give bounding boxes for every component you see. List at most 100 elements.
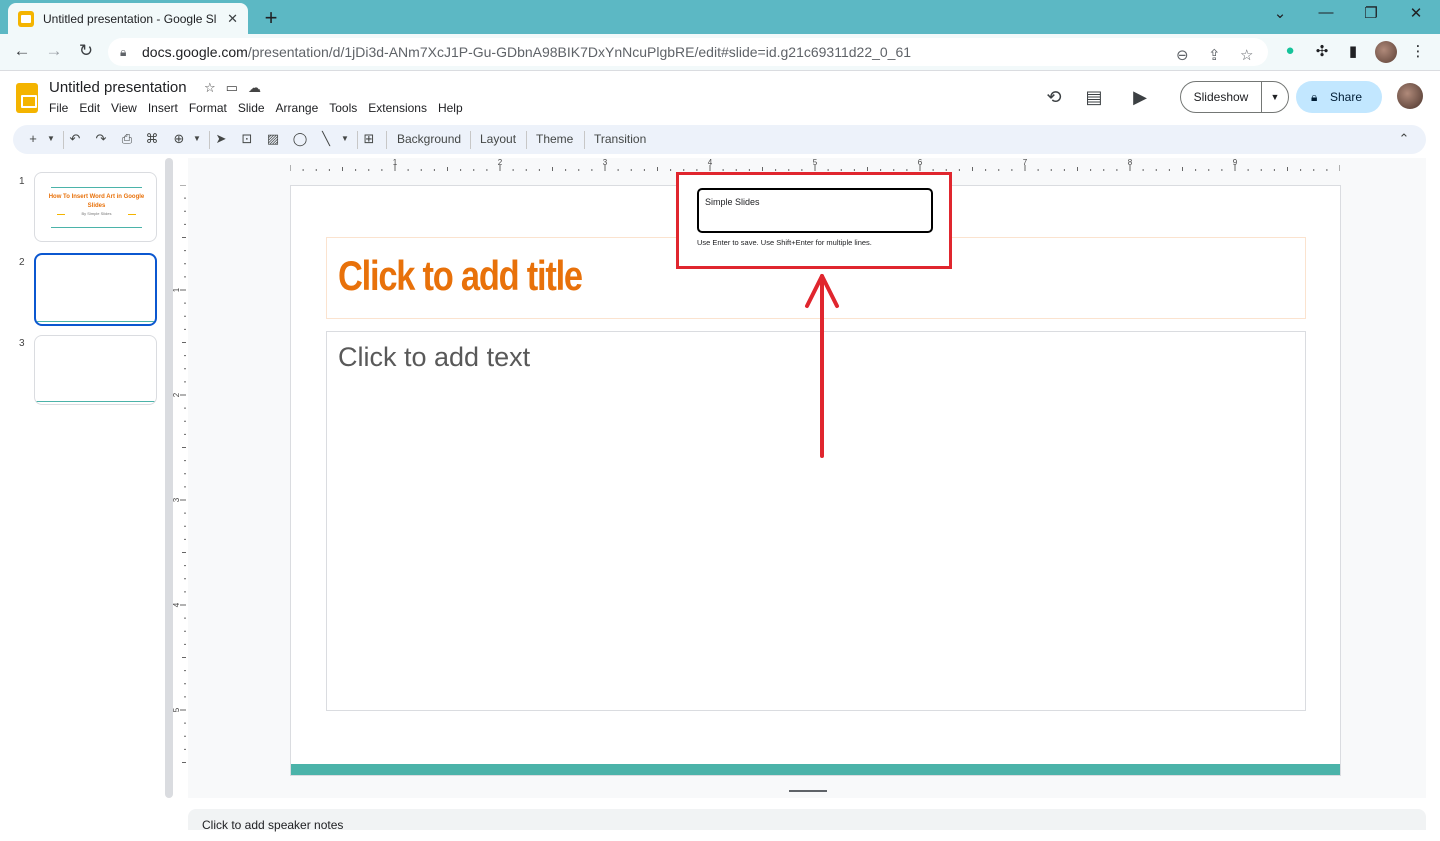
zoom-chevron-icon[interactable]: ▼ (189, 134, 205, 143)
cloud-saved-icon[interactable]: ☁ (248, 80, 261, 96)
chevron-down-icon[interactable]: ▼ (1262, 82, 1288, 112)
add-comment-icon[interactable]: ⊞ (361, 131, 377, 147)
zoom-icon[interactable]: ⊖ (1176, 42, 1189, 70)
menu-extensions[interactable]: Extensions (368, 101, 427, 115)
account-avatar[interactable] (1397, 83, 1423, 109)
line-icon[interactable]: ╲ (318, 131, 334, 147)
menu-bar: File Edit View Insert Format Slide Arran… (49, 101, 474, 115)
move-folder-icon[interactable]: ▭ (226, 80, 238, 96)
ruler-label: 6 (918, 158, 923, 167)
background-button[interactable]: Background (397, 132, 461, 146)
shape-icon[interactable]: ◯ (292, 131, 308, 147)
select-pointer-icon[interactable]: ➤ (213, 131, 229, 147)
browser-profile-avatar[interactable] (1375, 41, 1397, 63)
extensions-puzzle-icon[interactable]: ✣ (1312, 42, 1332, 62)
slide-number: 1 (19, 176, 25, 187)
ruler-label: 7 (1023, 158, 1028, 167)
menu-format[interactable]: Format (189, 101, 227, 115)
transition-button[interactable]: Transition (594, 132, 646, 146)
meet-video-icon[interactable]: ▶ (1128, 87, 1152, 108)
reload-icon[interactable]: ↻ (75, 41, 97, 61)
thumb-rule (128, 214, 136, 215)
ruler-label: 4 (708, 158, 713, 167)
slideshow-label[interactable]: Slideshow (1181, 82, 1262, 112)
new-slide-layout-chevron-icon[interactable]: ▼ (43, 134, 59, 143)
minimize-icon[interactable]: — (1316, 4, 1336, 21)
url-field[interactable]: 🔒︎ docs.google.com/presentation/d/1jDi3d… (108, 38, 1268, 66)
ruler-label: 3 (603, 158, 608, 167)
slides-logo-icon[interactable] (16, 83, 38, 113)
text-box-icon[interactable]: ⊡ (239, 131, 255, 147)
paint-format-icon[interactable]: ⌘ (144, 131, 160, 147)
menu-slide[interactable]: Slide (238, 101, 265, 115)
vertical-ruler: 1 2 3 4 5 (172, 185, 186, 763)
horizontal-ruler: 1 2 3 4 5 6 7 8 9 (290, 158, 1340, 171)
redo-icon[interactable]: ↷ (93, 131, 109, 147)
thumb-rule (51, 187, 142, 188)
ruler-label: 5 (172, 707, 181, 712)
new-slide-icon[interactable]: + (25, 131, 41, 146)
side-panel-icon[interactable]: ▮ (1343, 42, 1363, 62)
menu-file[interactable]: File (49, 101, 68, 115)
toolbar-divider (63, 131, 64, 149)
toolbar-divider (386, 131, 387, 149)
close-window-icon[interactable]: ✕ (1406, 4, 1426, 22)
menu-arrange[interactable]: Arrange (276, 101, 319, 115)
menu-help[interactable]: Help (438, 101, 463, 115)
slide-number: 2 (19, 257, 25, 268)
theme-button[interactable]: Theme (536, 132, 573, 146)
share-page-icon[interactable]: ⇪ (1208, 42, 1221, 70)
comments-icon[interactable]: ▤ (1082, 87, 1106, 108)
slide-number: 3 (19, 338, 25, 349)
toolbar-divider (357, 131, 358, 149)
document-title[interactable]: Untitled presentation (49, 79, 187, 96)
share-button[interactable]: 🔒︎ Share (1296, 81, 1382, 113)
slide-footer-bar (291, 764, 1340, 775)
annotation-arrow (805, 274, 839, 458)
editing-toolbar: + ▼ ↶ ↷ ⎙ ⌘ ⊕ ▼ ➤ ⊡ ▨ ◯ ╲ ▼ ⊞ Background… (13, 125, 1426, 154)
body-placeholder-text: Click to add text (338, 342, 531, 372)
thumb-footer-bar (36, 321, 155, 322)
slide-thumbnail-1[interactable]: How To Insert Word Art in Google Slides … (34, 172, 157, 242)
collapse-toolbar-icon[interactable]: ⌃ (1396, 131, 1412, 147)
ruler-label: 2 (172, 392, 181, 397)
browser-tab-strip: Untitled presentation - Google Sl ✕ + ⌄ … (0, 0, 1440, 34)
notes-resize-handle[interactable] (789, 790, 827, 792)
menu-insert[interactable]: Insert (148, 101, 178, 115)
tab-title: Untitled presentation - Google Sl (43, 11, 217, 26)
line-chevron-icon[interactable]: ▼ (337, 134, 353, 143)
back-icon[interactable]: ← (11, 41, 33, 61)
tab-search-chevron-icon[interactable]: ⌄ (1270, 4, 1290, 22)
slideshow-button[interactable]: Slideshow ▼ (1180, 81, 1289, 113)
new-tab-icon[interactable]: + (260, 5, 282, 31)
speaker-notes[interactable]: Click to add speaker notes (188, 809, 1426, 832)
toolbar-divider (584, 131, 585, 149)
menu-tools[interactable]: Tools (329, 101, 357, 115)
browser-tab[interactable]: Untitled presentation - Google Sl ✕ (8, 3, 248, 34)
browser-menu-icon[interactable]: ⋮ (1408, 42, 1428, 62)
forward-icon[interactable]: → (43, 41, 65, 61)
alt-text-input[interactable]: Simple Slides (697, 188, 933, 233)
url-host: docs.google.com (142, 44, 248, 60)
slides-favicon-icon (18, 10, 34, 27)
grammarly-extension-icon[interactable]: ● (1280, 42, 1300, 62)
layout-button[interactable]: Layout (480, 132, 516, 146)
ruler-label: 1 (172, 287, 181, 292)
version-history-icon[interactable]: ⟲ (1042, 87, 1066, 108)
close-tab-icon[interactable]: ✕ (227, 11, 238, 27)
undo-icon[interactable]: ↶ (67, 131, 83, 147)
slide-thumbnail-2[interactable] (34, 253, 157, 326)
print-icon[interactable]: ⎙ (119, 131, 135, 147)
image-icon[interactable]: ▨ (265, 131, 281, 147)
restore-icon[interactable]: ❐ (1361, 4, 1381, 22)
bookmark-star-icon[interactable]: ☆ (1240, 42, 1253, 70)
slide-thumbnail-3[interactable] (34, 335, 157, 405)
thumb-title: How To Insert Word Art in Google Slides (48, 194, 145, 209)
zoom-icon[interactable]: ⊕ (171, 131, 187, 147)
star-icon[interactable]: ☆ (204, 80, 216, 96)
menu-edit[interactable]: Edit (79, 101, 100, 115)
ruler-label: 5 (813, 158, 818, 167)
ruler-label: 9 (1233, 158, 1238, 167)
thumb-rule (51, 227, 142, 228)
menu-view[interactable]: View (111, 101, 137, 115)
